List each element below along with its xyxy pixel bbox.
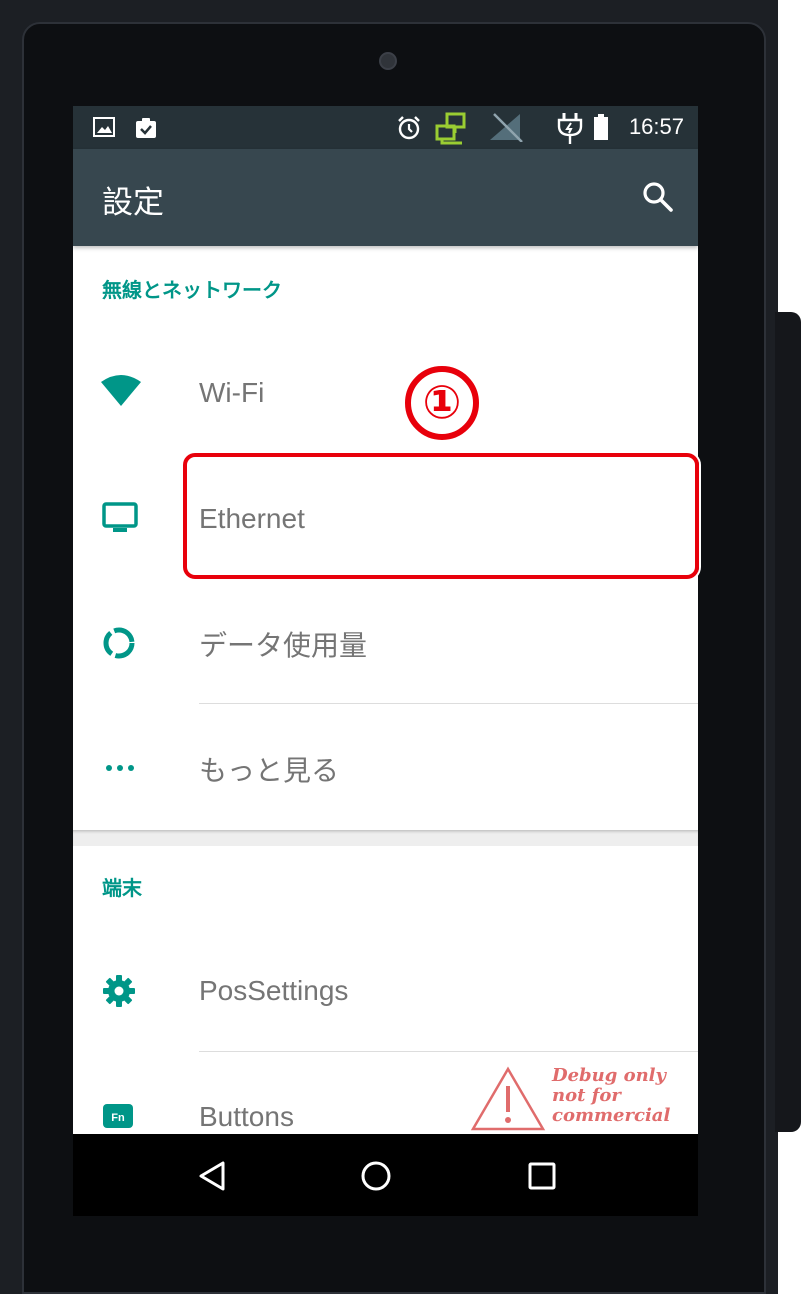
charging-icon <box>555 111 585 149</box>
ethernet-highlight-box <box>183 453 699 579</box>
svg-text:Fn: Fn <box>111 1112 125 1124</box>
debug-text: Debug only not for commercial <box>552 1066 670 1126</box>
debug-line-1: Debug only <box>552 1065 666 1086</box>
settings-item-data-usage[interactable]: データ使用量 <box>73 579 698 703</box>
home-icon <box>361 1161 391 1191</box>
settings-item-label: データ使用量 <box>199 630 368 661</box>
image-icon <box>93 117 115 141</box>
no-signal-icon <box>486 112 526 146</box>
settings-item-label: Wi-Fi <box>199 377 265 408</box>
status-time: 16:57 <box>628 114 684 139</box>
home-button[interactable] <box>358 1158 394 1194</box>
ethernet-icon <box>434 111 468 149</box>
data-usage-icon <box>101 623 141 663</box>
settings-item-label: Buttons <box>199 1101 294 1132</box>
debug-line-2: not for <box>552 1085 621 1106</box>
search-icon <box>643 182 673 212</box>
wifi-icon <box>101 374 141 414</box>
alarm-icon <box>396 115 422 145</box>
search-button[interactable] <box>640 179 676 215</box>
section-header-wireless: 無線とネットワーク <box>102 278 282 302</box>
battery-icon <box>593 114 609 145</box>
recents-icon <box>528 1162 556 1190</box>
gear-icon <box>101 972 141 1012</box>
more-icon <box>101 750 141 790</box>
back-icon <box>199 1161 225 1191</box>
app-bar: 設定 <box>73 149 698 246</box>
navigation-bar <box>73 1134 698 1216</box>
settings-item-possettings[interactable]: PosSettings <box>73 928 698 1052</box>
device-side-edge <box>775 312 801 1132</box>
monitor-icon <box>101 501 141 541</box>
clipboard-check-icon <box>134 117 158 143</box>
recents-button[interactable] <box>524 1158 560 1194</box>
front-camera <box>379 52 397 70</box>
warning-icon <box>470 1066 546 1131</box>
settings-item-wifi[interactable]: Wi-Fi <box>73 330 698 454</box>
section-separator <box>73 830 698 846</box>
debug-watermark: Debug only not for commercial <box>466 1066 698 1134</box>
page-title: 設定 <box>102 185 164 221</box>
section-header-device: 端末 <box>102 876 142 900</box>
back-button[interactable] <box>195 1158 231 1194</box>
step-callout: ① <box>405 366 479 440</box>
settings-item-label: もっと見る <box>199 755 340 786</box>
status-bar: 16:57 <box>73 106 698 149</box>
settings-item-label: PosSettings <box>199 975 349 1006</box>
settings-item-more[interactable]: もっと見る <box>73 704 698 828</box>
screen: 16:57 設定 無線とネットワーク Wi-Fi Ethernet データ使用量… <box>73 106 698 1216</box>
debug-line-3: commercial <box>552 1105 671 1126</box>
